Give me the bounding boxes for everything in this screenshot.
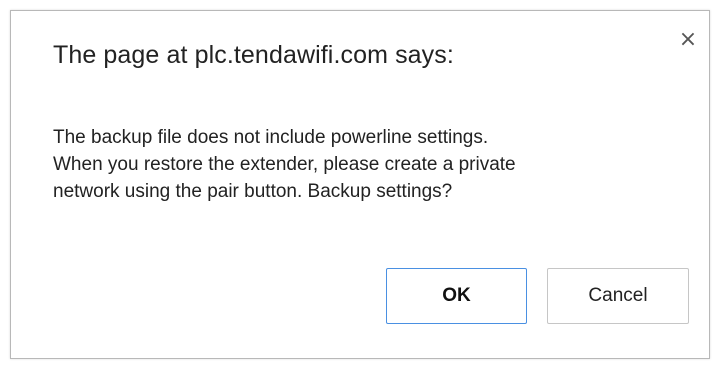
- message-line: When you restore the extender, please cr…: [53, 154, 516, 175]
- message-line: network using the pair button. Backup se…: [53, 181, 453, 202]
- ok-button[interactable]: OK: [386, 268, 527, 324]
- message-line: The backup file does not include powerli…: [53, 127, 489, 148]
- dialog-message: The backup file does not include powerli…: [53, 124, 673, 205]
- close-icon[interactable]: ×: [677, 29, 699, 51]
- cancel-button[interactable]: Cancel: [547, 268, 689, 324]
- confirm-dialog: × The page at plc.tendawifi.com says: Th…: [10, 10, 710, 359]
- dialog-title: The page at plc.tendawifi.com says:: [53, 41, 454, 69]
